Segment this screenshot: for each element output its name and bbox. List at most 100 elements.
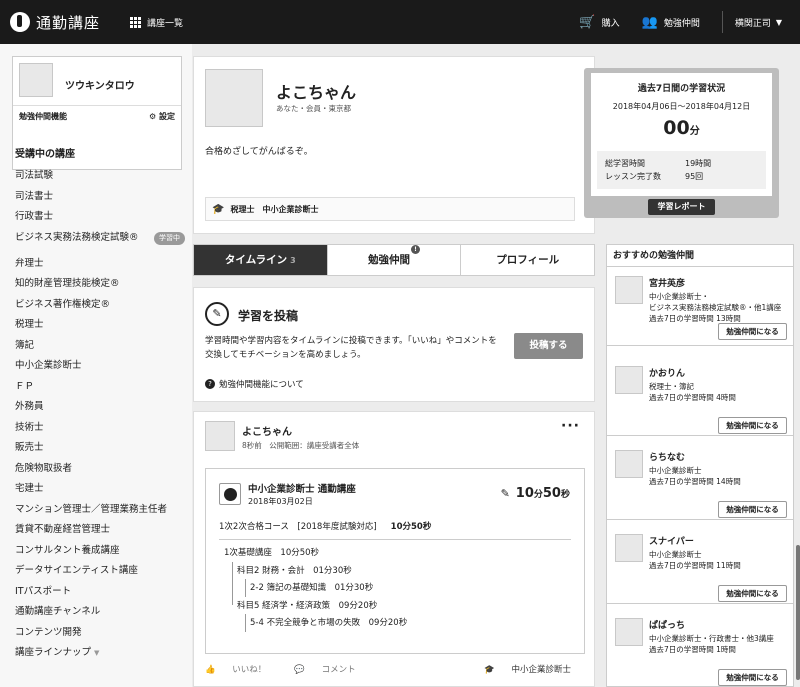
logo-mark-icon [10,12,30,32]
sidebar-item[interactable]: 知的財産管理技能検定® [15,278,185,299]
time-value: 10 [515,486,534,501]
sidebar-item[interactable]: ITパスポート [15,586,185,607]
sidebar-item[interactable]: 危険物取扱者 [15,463,185,484]
status-badge: 学習中 [154,231,185,245]
sidebar-item[interactable]: 技術士 [15,422,185,443]
study-report-button[interactable]: 学習レポート [648,199,715,215]
sidebar-item[interactable]: 賃貸不動産経営管理士 [15,524,185,545]
comment-button[interactable]: 💬 コメント [294,663,369,675]
sidebar-item[interactable]: 税理士 [15,319,185,340]
sidebar-item[interactable]: データサイエンティスト講座 [15,565,185,586]
buddy-info: 税理士・簿記 過去7日の学習時間 4時間 [649,381,789,403]
buddy-name[interactable]: かおりん [649,366,685,379]
logo-text: 通勤講座 [36,13,101,32]
avatar [205,69,263,127]
buddy-name[interactable]: らちなむ [649,450,685,463]
tab-study-buddy[interactable]: 勉強仲間! [328,245,462,275]
buy-link[interactable]: 🛒 購入 [579,15,619,30]
profile-name[interactable]: ツウキンタロウ [65,77,135,92]
sidebar-item[interactable]: 宅建士 [15,483,185,504]
like-button[interactable]: 👍 いいね！ [205,663,280,675]
divider [721,11,723,33]
avatar[interactable] [615,450,643,478]
top-bar: 通勤講座 講座一覧 🛒 購入 👥 勉強仲間 横関正司 ▼ [0,0,800,44]
section-title: 受講中の講座 [15,149,75,160]
sidebar-item[interactable]: ＦＰ [15,381,185,402]
sidebar-item[interactable]: 外務員 [15,401,185,422]
courses-menu[interactable]: 講座一覧 [130,16,183,29]
buddy-info-line: 中小企業診断士・ [649,292,709,301]
post-study-box: ✎ 学習を投稿 学習時間や学習内容をタイムラインに投稿できます。「いいね」やコメ… [193,287,595,402]
add-buddy-button[interactable]: 勉強仲間になる [718,669,787,686]
buddy-info-line: 中小企業診断士 [649,550,702,559]
thumbs-up-icon: 👍 [205,665,216,675]
settings-link[interactable]: ⚙ 設定 [149,111,175,122]
course-time: 10分50秒 [390,522,432,532]
add-buddy-button[interactable]: 勉強仲間になる [718,323,787,340]
sidebar-item[interactable]: 通勤講座チャンネル [15,606,185,627]
buddy-name[interactable]: スナイパー [649,534,694,547]
add-buddy-button[interactable]: 勉強仲間になる [718,501,787,518]
study-buddy-label: 勉強仲間 [663,18,700,29]
avatar[interactable] [615,618,643,646]
course-line: 1次2次合格コース [2018年度試験対応] 10分50秒 [219,520,431,532]
avatar[interactable] [615,534,643,562]
sidebar-item-lineup[interactable]: 講座ラインナップ ▼ [15,647,185,668]
add-buddy-button[interactable]: 勉強仲間になる [718,417,787,434]
stats-total-unit: 分 [689,126,700,137]
buddy-feature-label: 勉強仲間機能 [19,112,67,121]
card-date: 2018年03月02日 [248,497,313,506]
sidebar-item[interactable]: ビジネス著作権検定® [15,299,185,320]
profile-card-footer: 勉強仲間機能 ⚙ 設定 [13,105,181,127]
tab-timeline[interactable]: タイムライン 3 [194,245,328,275]
card-time: ✎ 10分50秒 [501,486,570,501]
tab-profile[interactable]: プロフィール [461,245,594,275]
help-link[interactable]: ? 勉強仲間機能について [205,378,304,390]
list-item: 宮井英彦 中小企業診断士・ ビジネス実務法務検定試験®・他1講座 過去7日の学習時間… [607,268,793,346]
profile-message: 合格めざしてがんばるぞ。 [205,147,313,157]
sidebar-item[interactable]: 中小企業診断士 [15,360,185,381]
stats-range: 2018年04月06日〜2018年04月12日 [612,102,751,111]
logo[interactable]: 通勤講座 [10,12,100,33]
profile-subtitle: あなた・会員・東京都 [276,104,351,113]
post-button[interactable]: 投稿する [514,333,583,359]
sidebar-item[interactable]: マンション管理士／管理業務主任者 [15,504,185,525]
question-icon: ? [205,379,215,389]
sidebar-item[interactable]: コンサルタント養成講座 [15,545,185,566]
sidebar-item[interactable]: 司法試験 [15,170,185,191]
sidebar-item[interactable]: コンテンツ開発 [15,627,185,648]
post-author[interactable]: よこちゃん [242,423,292,438]
tree-item: 科目2 財務・会計 01分30秒 [237,565,352,576]
buy-label: 購入 [601,18,620,29]
avatar[interactable] [19,63,53,97]
sidebar-item[interactable]: 行政書士 [15,211,185,232]
stats-label: 総学習時間 [605,159,645,168]
tab-count: 3 [290,256,296,265]
stats-total-value: 00 [663,117,690,139]
avatar[interactable] [205,421,235,451]
study-buddy-link[interactable]: 👥 勉強仲間 [642,15,700,30]
more-options-icon[interactable]: ··· [561,418,580,434]
sidebar-item[interactable]: 簿記 [15,340,185,361]
buddy-info-line: 中小企業診断士・行政書士・他3講座 [649,634,774,643]
buddy-name[interactable]: 宮井英彦 [649,276,685,289]
user-menu[interactable]: 横関正司 ▼ [735,16,782,29]
avatar[interactable] [615,366,643,394]
buddy-name[interactable]: ぱぱっち [649,618,685,631]
sidebar-item[interactable]: 弁理士 [15,258,185,279]
sidebar-item[interactable]: ビジネス実務法務検定試験® 学習中 [15,231,185,258]
sidebar: ツウキンタロウ 勉強仲間機能 ⚙ 設定 受講中の講座 司法試験 司法書士 行政書… [0,44,192,687]
tags-text: 税理士 中小企業診断士 [230,204,319,214]
buddy-info: 中小企業診断士 過去7日の学習時間 14時間 [649,465,789,487]
buddy-info-line: ビジネス実務法務検定試験®・他1講座 [649,303,782,312]
profile-header: よこちゃん あなた・会員・東京都 合格めざしてがんばるぞ。 🎓 税理士 中小企業… [193,56,595,234]
add-buddy-button[interactable]: 勉強仲間になる [718,585,787,602]
sidebar-item[interactable]: 司法書士 [15,191,185,212]
stats-title: 過去7日間の学習状況 [637,84,726,94]
pencil-icon[interactable]: ✎ [501,487,510,500]
avatar[interactable] [615,276,643,304]
scrollbar[interactable] [796,545,800,680]
sidebar-item[interactable]: 販売士 [15,442,185,463]
course-name: 1次2次合格コース [2018年度試験対応] [219,522,377,532]
post-tag: 🎓 中小企業診断士 [484,663,585,675]
